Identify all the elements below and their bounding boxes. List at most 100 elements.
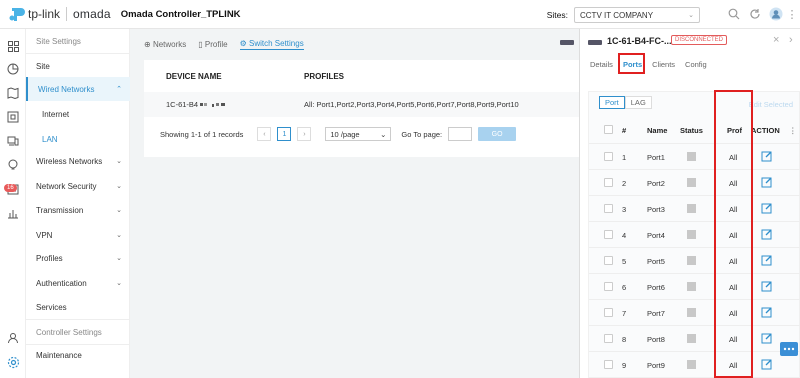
- nav-maintenance[interactable]: Maintenance: [26, 343, 130, 367]
- row-checkbox[interactable]: [604, 282, 613, 291]
- edit-icon[interactable]: [761, 202, 773, 214]
- port-num: 7: [622, 309, 627, 318]
- search-icon[interactable]: [727, 7, 741, 21]
- nav-profiles[interactable]: Profiles ⌄: [26, 246, 130, 270]
- sites-selected-value: CCTV IT COMPANY: [580, 10, 654, 20]
- omada-wordmark: omada: [73, 7, 111, 21]
- chat-support-icon[interactable]: [780, 342, 798, 356]
- nav-vpn[interactable]: VPN ⌄: [26, 223, 130, 247]
- port-num: 3: [622, 205, 627, 214]
- column-settings-icon[interactable]: ⋮: [789, 126, 797, 135]
- nav-wireless-networks[interactable]: Wireless Networks ⌄: [26, 149, 130, 173]
- select-all-checkbox[interactable]: [604, 125, 613, 134]
- table-row[interactable]: 5 Port5 All: [589, 247, 800, 273]
- edit-icon[interactable]: [761, 150, 773, 162]
- port-status-indicator: [687, 308, 696, 317]
- reports-icon[interactable]: [6, 206, 20, 220]
- nav-services[interactable]: Services: [26, 295, 130, 319]
- table-row[interactable]: 6 Port6 All: [589, 273, 800, 299]
- user-avatar-icon[interactable]: [769, 7, 783, 21]
- table-row[interactable]: 9 Port9 All: [589, 351, 800, 377]
- edit-icon[interactable]: [761, 358, 773, 370]
- devices-icon[interactable]: [6, 110, 20, 124]
- nav-wireless-networks-label: Wireless Networks: [36, 156, 103, 166]
- col-status: Status: [680, 126, 703, 135]
- next-page-button[interactable]: ›: [297, 127, 312, 141]
- chevron-down-icon: ⌄: [116, 158, 122, 165]
- goto-label: Go To page:: [401, 129, 443, 139]
- chevron-right-icon[interactable]: ›: [789, 34, 793, 46]
- nav-profiles-label: Profiles: [36, 253, 63, 263]
- top-bar: tp-link omada Omada Controller_TPLINK Si…: [0, 0, 800, 29]
- settings-gear-icon[interactable]: [6, 355, 20, 369]
- nav-authentication[interactable]: Authentication ⌄: [26, 271, 130, 295]
- tab-switch-settings[interactable]: ⚙ Switch Settings: [239, 39, 304, 50]
- map-icon[interactable]: [6, 86, 20, 100]
- table-row[interactable]: 7 Port7 All: [589, 299, 800, 325]
- table-row[interactable]: 8 Port8 All: [589, 325, 800, 351]
- edit-selected-button[interactable]: Edit Selected: [749, 100, 793, 109]
- table-row[interactable]: 1C-61-B4 All: Port1,Port2,Port3,Port4,Po…: [144, 92, 580, 117]
- dashboard-icon[interactable]: [6, 39, 20, 53]
- close-icon[interactable]: ×: [773, 34, 779, 46]
- icon-rail: 16: [0, 29, 26, 378]
- row-checkbox[interactable]: [604, 230, 613, 239]
- nav-network-security[interactable]: Network Security ⌄: [26, 174, 130, 198]
- edit-icon[interactable]: [761, 176, 773, 188]
- nav-authentication-label: Authentication: [36, 278, 87, 288]
- edit-icon[interactable]: [761, 306, 773, 318]
- more-vertical-icon[interactable]: ⋮: [787, 7, 798, 21]
- port-status-indicator: [687, 282, 696, 291]
- statistics-icon[interactable]: [6, 62, 20, 76]
- edit-icon[interactable]: [761, 332, 773, 344]
- chevron-down-icon: ⌄: [116, 280, 122, 287]
- nav-lan[interactable]: LAN: [26, 127, 130, 151]
- go-button[interactable]: GO: [478, 127, 517, 141]
- clients-icon[interactable]: [6, 134, 20, 148]
- nav-wired-networks[interactable]: Wired Networks ⌃: [26, 77, 130, 101]
- row-checkbox[interactable]: [604, 178, 613, 187]
- chevron-down-icon: ⌄: [116, 255, 122, 262]
- insight-icon[interactable]: [6, 158, 20, 172]
- tab-config[interactable]: Config: [685, 60, 707, 69]
- nav-internet[interactable]: Internet: [26, 102, 130, 126]
- seg-tab-lag[interactable]: LAG: [624, 96, 652, 109]
- table-row[interactable]: 3 Port3 All: [589, 195, 800, 221]
- port-name: Port2: [647, 179, 665, 188]
- tplink-logo-icon: [8, 5, 26, 23]
- port-num: 8: [622, 335, 627, 344]
- table-row[interactable]: 1 Port1 All: [589, 143, 800, 169]
- row-checkbox[interactable]: [604, 152, 613, 161]
- chevron-down-icon: ⌄: [116, 232, 122, 239]
- row-checkbox[interactable]: [604, 360, 613, 369]
- account-icon[interactable]: [6, 331, 20, 345]
- goto-page-input[interactable]: [448, 127, 473, 141]
- tab-networks[interactable]: ⊕ Networks: [144, 40, 186, 49]
- port-name: Port7: [647, 309, 665, 318]
- page-number-button[interactable]: 1: [277, 127, 292, 141]
- port-num: 5: [622, 257, 627, 266]
- sub-tabs: ⊕ Networks ▯ Profile ⚙ Switch Settings: [144, 39, 304, 50]
- tab-profile[interactable]: ▯ Profile: [198, 40, 227, 49]
- sites-dropdown[interactable]: CCTV IT COMPANY ⌄: [574, 7, 700, 23]
- edit-icon[interactable]: [761, 228, 773, 240]
- prev-page-button[interactable]: ‹: [257, 127, 272, 141]
- edit-icon[interactable]: [761, 254, 773, 266]
- row-checkbox[interactable]: [604, 334, 613, 343]
- tab-details[interactable]: Details: [590, 60, 613, 69]
- row-checkbox[interactable]: [604, 308, 613, 317]
- nav-controller-settings-header: Controller Settings: [36, 327, 102, 337]
- per-page-select[interactable]: 10 /page ⌄: [325, 127, 392, 141]
- row-checkbox[interactable]: [604, 204, 613, 213]
- edit-icon[interactable]: [761, 280, 773, 292]
- row-checkbox[interactable]: [604, 256, 613, 265]
- table-row[interactable]: 2 Port2 All: [589, 169, 800, 195]
- tab-clients[interactable]: Clients: [652, 60, 675, 69]
- seg-tab-port[interactable]: Port: [599, 96, 625, 109]
- refresh-icon[interactable]: [748, 7, 762, 21]
- nav-transmission[interactable]: Transmission ⌄: [26, 198, 130, 222]
- nav-site[interactable]: Site: [26, 54, 130, 78]
- table-row[interactable]: 4 Port4 All: [589, 221, 800, 247]
- chevron-down-icon: ⌄: [688, 12, 694, 19]
- port-name: Port8: [647, 335, 665, 344]
